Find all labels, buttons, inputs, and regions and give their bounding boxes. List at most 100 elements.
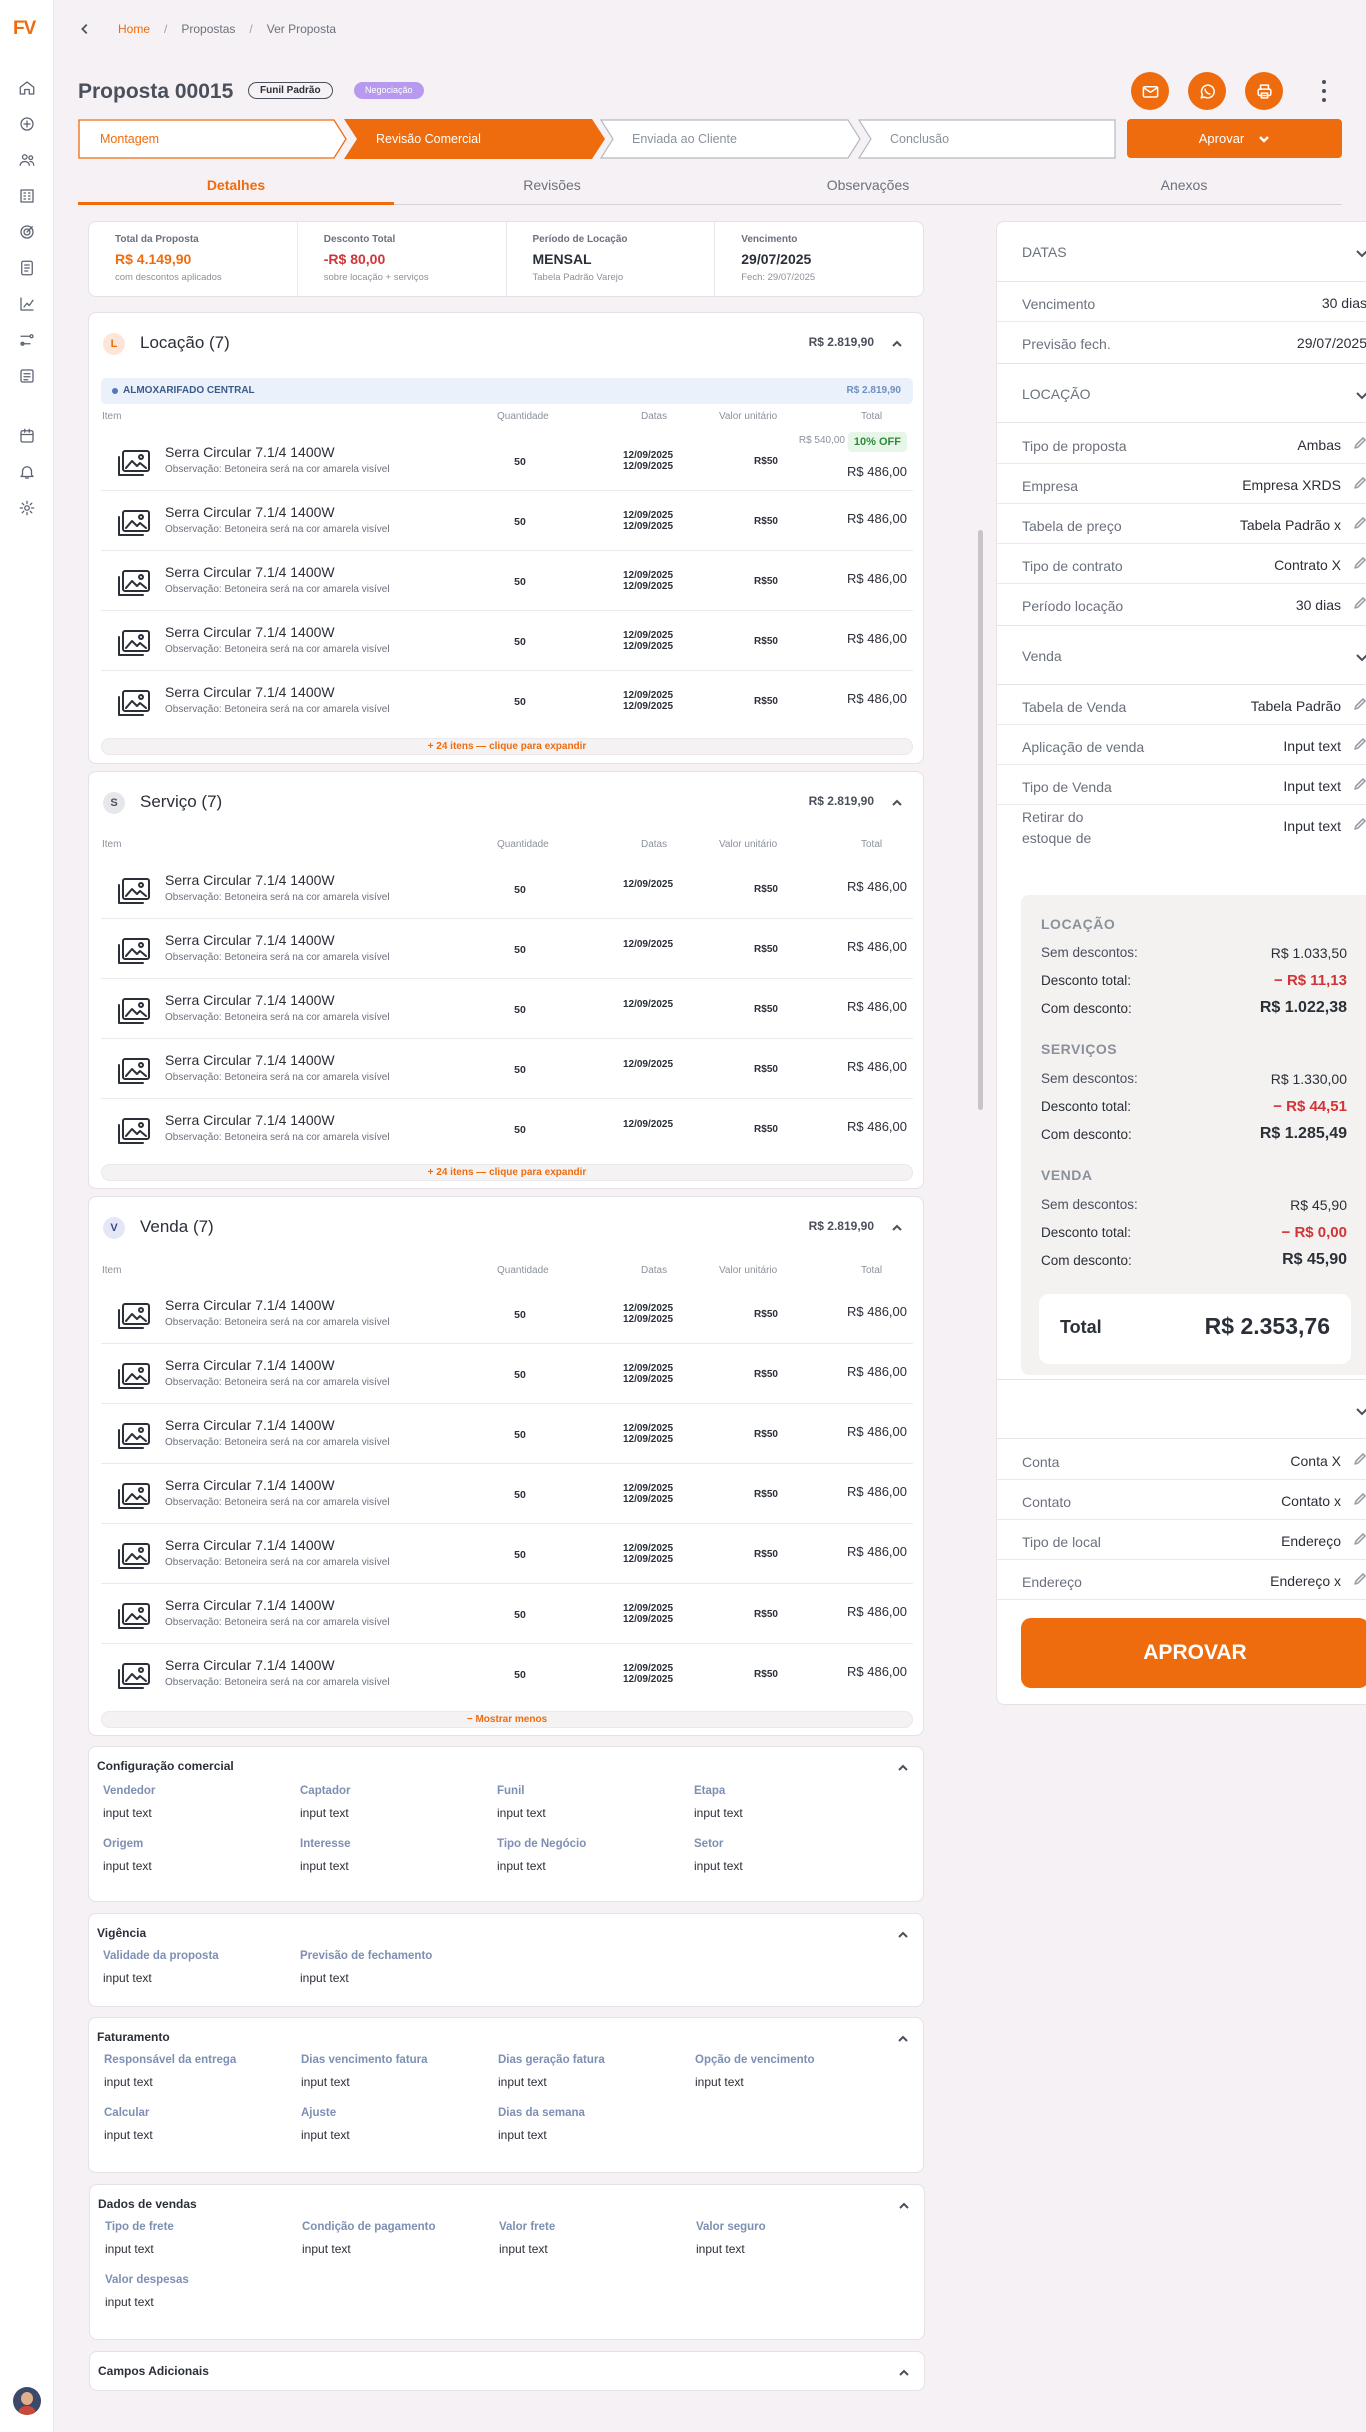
table-row[interactable]: Serra Circular 7.1/4 1400W Observação: B… <box>101 551 913 611</box>
datas-header[interactable]: DATAS <box>997 222 1366 282</box>
brand-logo[interactable]: FV <box>13 18 36 40</box>
field-valor-despesas[interactable]: Valor despesas input text <box>105 2274 189 2309</box>
approve-dropdown-button[interactable]: Aprovar <box>1127 119 1342 158</box>
info-row[interactable]: Tabela de preço Tabela Padrão x <box>997 504 1366 544</box>
list-icon[interactable] <box>17 366 37 386</box>
users-icon[interactable] <box>17 150 37 170</box>
home-icon[interactable] <box>17 78 37 98</box>
pencil-icon[interactable] <box>1353 697 1366 711</box>
table-row[interactable]: Serra Circular 7.1/4 1400W Observação: B… <box>101 1039 913 1099</box>
venda-header[interactable]: Venda <box>997 625 1366 685</box>
table-row[interactable]: Serra Circular 7.1/4 1400W Observação: B… <box>101 1284 913 1344</box>
headset-icon[interactable] <box>17 114 37 134</box>
table-row[interactable]: Serra Circular 7.1/4 1400W Observação: B… <box>101 1099 913 1159</box>
tab-anexos[interactable]: Anexos <box>1026 168 1342 205</box>
field-interesse[interactable]: Interesse input text <box>300 1838 351 1873</box>
field-valor-seguro[interactable]: Valor seguro input text <box>696 2221 766 2256</box>
field-etapa[interactable]: Etapa input text <box>694 1785 743 1820</box>
chevron-down-icon[interactable] <box>1355 388 1366 402</box>
table-row[interactable]: Serra Circular 7.1/4 1400W Observação: B… <box>101 431 913 491</box>
field-validade[interactable]: Validade da proposta input text <box>103 1950 219 1985</box>
more-options-icon[interactable] <box>1314 80 1334 102</box>
info-row[interactable]: Tipo de Venda Input text <box>997 765 1366 805</box>
calendar-icon[interactable] <box>17 426 37 446</box>
chevron-up-icon[interactable] <box>891 337 903 349</box>
chevron-up-icon[interactable] <box>897 1928 909 1940</box>
field-dias-vencimento[interactable]: Dias vencimento fatura input text <box>301 2054 428 2089</box>
table-row[interactable]: Serra Circular 7.1/4 1400W Observação: B… <box>101 1344 913 1404</box>
field-vendedor[interactable]: Vendedor input text <box>103 1785 155 1820</box>
field-calcular[interactable]: Calcular input text <box>104 2107 153 2142</box>
pencil-icon[interactable] <box>1353 596 1366 610</box>
chevron-up-icon[interactable] <box>898 2366 910 2378</box>
user-avatar[interactable] <box>13 2387 41 2415</box>
field-opcao-vencimento[interactable]: Opção de vencimento input text <box>695 2054 815 2089</box>
table-row[interactable]: Serra Circular 7.1/4 1400W Observação: B… <box>101 1644 913 1704</box>
locacao-header[interactable]: LOCAÇÃO <box>997 363 1366 423</box>
chevron-down-icon[interactable] <box>1355 650 1366 664</box>
field-tipo-frete[interactable]: Tipo de frete input text <box>105 2221 174 2256</box>
info-row[interactable]: Conta Conta X <box>997 1440 1366 1480</box>
field-condicao-pagamento[interactable]: Condição de pagamento input text <box>302 2221 436 2256</box>
field-previsao-fechamento[interactable]: Previsão de fechamento input text <box>300 1950 432 1985</box>
table-row[interactable]: Serra Circular 7.1/4 1400W Observação: B… <box>101 1584 913 1644</box>
pencil-icon[interactable] <box>1353 817 1366 831</box>
field-dias-semana[interactable]: Dias da semana input text <box>498 2107 585 2142</box>
breadcrumb-home[interactable]: Home <box>118 22 150 36</box>
pencil-icon[interactable] <box>1353 1492 1366 1506</box>
section-header[interactable]: L Locação (7) R$ 2.819,90 <box>89 313 923 373</box>
chevron-down-icon[interactable] <box>1355 246 1366 260</box>
bell-icon[interactable] <box>17 462 37 482</box>
field-origem[interactable]: Origem input text <box>103 1838 152 1873</box>
gear-icon[interactable] <box>17 498 37 518</box>
chevron-up-icon[interactable] <box>891 796 903 808</box>
collapse-items-button[interactable]: − Mostrar menos <box>101 1711 913 1728</box>
target-icon[interactable] <box>17 222 37 242</box>
info-row[interactable]: Tipo de local Endereço <box>997 1520 1366 1560</box>
table-row[interactable]: Serra Circular 7.1/4 1400W Observação: B… <box>101 1404 913 1464</box>
table-row[interactable]: Serra Circular 7.1/4 1400W Observação: B… <box>101 1524 913 1584</box>
whatsapp-button[interactable] <box>1188 72 1226 110</box>
breadcrumb-propostas[interactable]: Propostas <box>181 22 235 36</box>
info-row[interactable]: Tipo de proposta Ambas <box>997 424 1366 464</box>
approve-button[interactable]: APROVAR <box>1021 1618 1366 1688</box>
pencil-icon[interactable] <box>1353 1452 1366 1466</box>
chart-icon[interactable] <box>17 294 37 314</box>
left-scrollbar[interactable] <box>978 530 983 1110</box>
email-button[interactable] <box>1131 72 1169 110</box>
info-row[interactable]: Contato Contato x <box>997 1480 1366 1520</box>
chevron-up-icon[interactable] <box>897 1761 909 1773</box>
field-setor[interactable]: Setor input text <box>694 1838 743 1873</box>
chevron-up-icon[interactable] <box>897 2032 909 2044</box>
pencil-icon[interactable] <box>1353 777 1366 791</box>
expand-items-button[interactable]: + 24 itens — clique para expandir <box>101 1164 913 1181</box>
field-responsavel-entrega[interactable]: Responsável da entrega input text <box>104 2054 236 2089</box>
info-row[interactable]: Tipo de contrato Contrato X <box>997 544 1366 584</box>
step-enviada-cliente[interactable]: Enviada ao Cliente <box>600 119 862 159</box>
building-icon[interactable] <box>17 186 37 206</box>
field-dias-geracao[interactable]: Dias geração fatura input text <box>498 2054 605 2089</box>
info-row[interactable]: Tabela de Venda Tabela Padrão <box>997 685 1366 725</box>
step-revisao-comercial[interactable]: Revisão Comercial <box>344 119 605 159</box>
step-montagem[interactable]: Montagem <box>78 119 348 159</box>
table-row[interactable]: Serra Circular 7.1/4 1400W Observação: B… <box>101 491 913 551</box>
pencil-icon[interactable] <box>1353 1532 1366 1546</box>
campos-adicionais-card[interactable]: Campos Adicionais <box>89 2351 925 2391</box>
table-row[interactable]: Serra Circular 7.1/4 1400W Observação: B… <box>101 859 913 919</box>
tab-detalhes[interactable]: Detalhes <box>78 168 394 205</box>
pencil-icon[interactable] <box>1353 436 1366 450</box>
pencil-icon[interactable] <box>1353 556 1366 570</box>
section-header[interactable]: V Venda (7) R$ 2.819,90 <box>89 1197 923 1257</box>
info-row[interactable]: Empresa Empresa XRDS <box>997 464 1366 504</box>
info-row[interactable]: Endereço Endereço x <box>997 1560 1366 1600</box>
table-row[interactable]: Serra Circular 7.1/4 1400W Observação: B… <box>101 671 913 731</box>
conta-header[interactable] <box>997 1379 1366 1439</box>
table-row[interactable]: Serra Circular 7.1/4 1400W Observação: B… <box>101 979 913 1039</box>
expand-items-button[interactable]: + 24 itens — clique para expandir <box>101 738 913 755</box>
pencil-icon[interactable] <box>1353 516 1366 530</box>
tab-observacoes[interactable]: Observações <box>710 168 1026 205</box>
info-row[interactable]: Aplicação de venda Input text <box>997 725 1366 765</box>
table-row[interactable]: Serra Circular 7.1/4 1400W Observação: B… <box>101 611 913 671</box>
chevron-down-icon[interactable] <box>1355 1404 1366 1418</box>
table-row[interactable]: Serra Circular 7.1/4 1400W Observação: B… <box>101 919 913 979</box>
